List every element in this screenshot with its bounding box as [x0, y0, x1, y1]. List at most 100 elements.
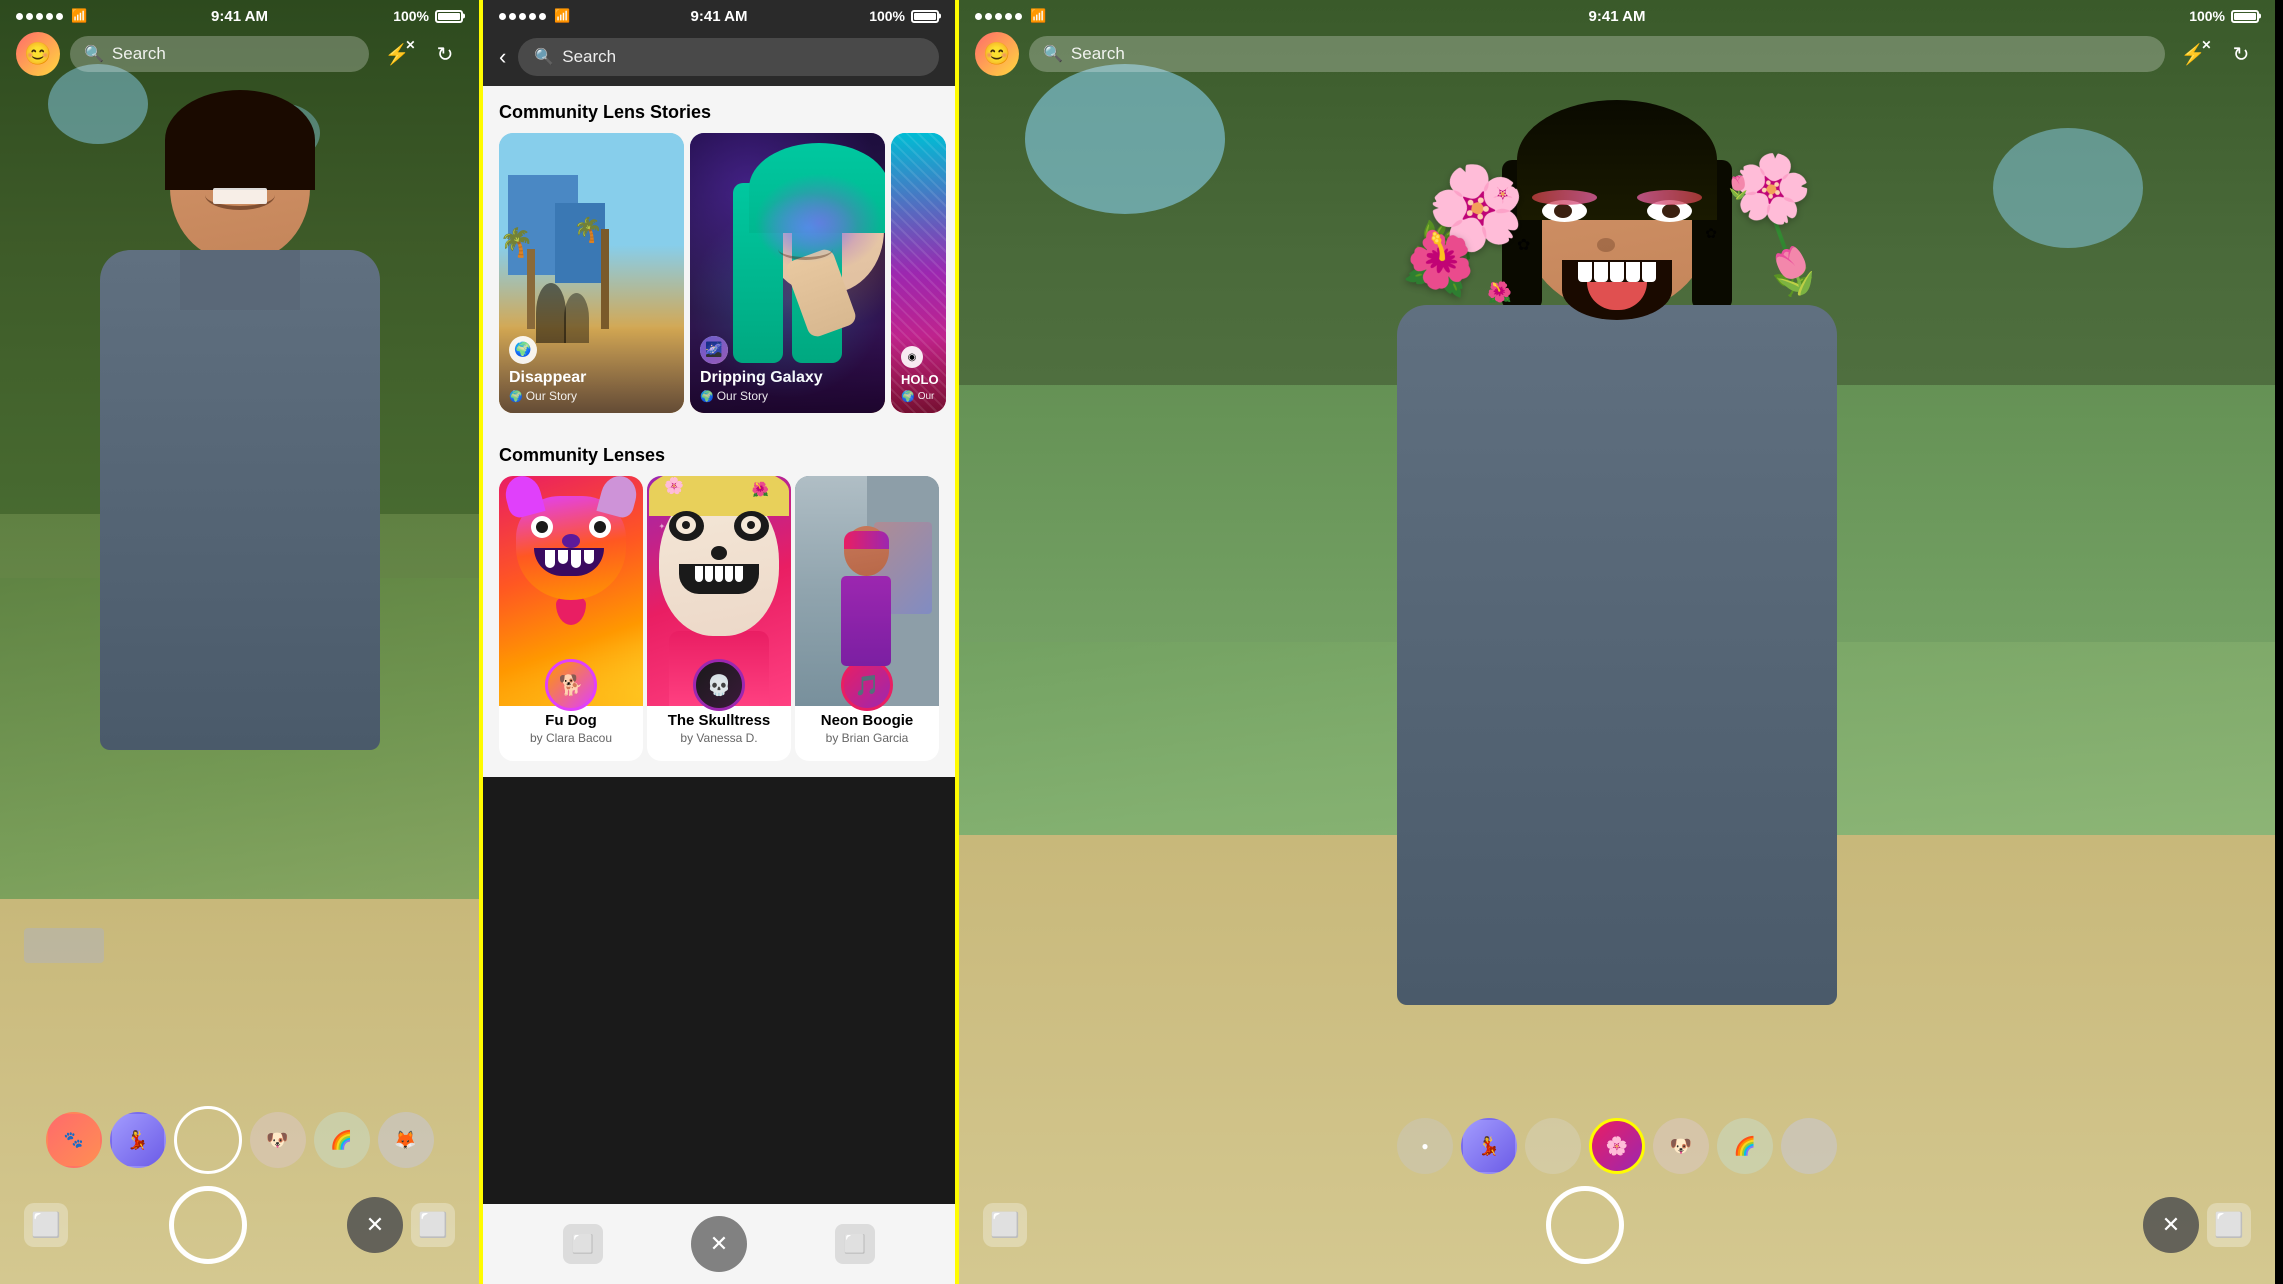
lens-option-active-left[interactable] — [174, 1106, 242, 1174]
avatar-right[interactable]: 😊 — [975, 32, 1019, 76]
status-bar-right: 📶 9:41 AM 100% — [959, 0, 2275, 28]
grid-icon-mid[interactable]: ⬜ — [835, 1224, 875, 1264]
lens-option-r0-right[interactable]: ● — [1397, 1118, 1453, 1174]
middle-panel: 📶 9:41 AM 100% ‹ 🔍 Search Community Lens… — [483, 0, 959, 1284]
middle-bottom: ⬜ ✕ ⬜ — [483, 1204, 955, 1284]
lens-selector-right: ● 💃 🌸 🐶 🌈 — [959, 1110, 2275, 1186]
lens-stories-title: Community Lens Stories — [483, 86, 955, 133]
avatar-left[interactable]: 😊 — [16, 32, 60, 76]
lens-option-r6-right[interactable] — [1781, 1118, 1837, 1174]
bottom-controls-left: 🐾 💃 🐶 🌈 🦊 ⬜ ✕ ⬜ — [0, 1098, 479, 1284]
capture-btn-right[interactable] — [1546, 1186, 1624, 1264]
top-bar-actions-left: ⚡✕ ↻ — [379, 36, 463, 72]
neon-boogie-avatar: 🎵 — [841, 659, 893, 711]
neon-boogie-author: by Brian Garcia — [795, 731, 939, 753]
status-left-left: 📶 — [16, 8, 87, 24]
flower-small-1: 🌸 — [1487, 180, 1518, 209]
battery-right: 100% — [2189, 8, 2259, 24]
lens-stories-row: 🌴 🌴 🌍 Disappear 🌍 — [483, 133, 955, 429]
capture-btn-left[interactable] — [169, 1186, 247, 1264]
flower-right-2: 🌷 — [1759, 237, 1830, 306]
person-right: 🌸 🌺 🌸 🌷 🌸 🌺 🌷 🌿 🌿 ✿ ✿ — [1267, 80, 1967, 1080]
person-left — [40, 80, 440, 980]
battery-middle: 100% — [869, 8, 939, 24]
story-card-holo[interactable]: ◉ HOLO 🌍 Our — [891, 133, 946, 413]
top-bar-actions-right: ⚡✕ ↻ — [2175, 36, 2259, 72]
content-area: Community Lens Stories 🌴 — [483, 86, 955, 777]
particle-1: ✿ — [1517, 235, 1530, 255]
community-lenses-title: Community Lenses — [483, 429, 955, 476]
story-disappear-title: Disappear — [509, 368, 674, 387]
lens-option-5-left[interactable]: 🌈 — [314, 1112, 370, 1168]
lens-option-r2-right[interactable] — [1525, 1118, 1581, 1174]
status-bar-left: 📶 9:41 AM 100% — [0, 0, 479, 28]
capture-row-left: ⬜ ✕ ⬜ — [0, 1186, 479, 1264]
search-icon-middle: 🔍 — [534, 47, 554, 67]
lens-option-2-left[interactable]: 💃 — [110, 1112, 166, 1168]
flash-btn-left[interactable]: ⚡✕ — [379, 36, 415, 72]
lens-option-6-left[interactable]: 🦊 — [378, 1112, 434, 1168]
community-lenses-section: Community Lenses — [483, 429, 955, 777]
lens-option-r5-right[interactable]: 🌈 — [1717, 1118, 1773, 1174]
search-bar-left[interactable]: 🔍 Search — [70, 36, 369, 72]
flower-small-2: 🌺 — [1487, 280, 1512, 305]
search-text-left: Search — [112, 44, 166, 64]
battery-bar-right — [2231, 10, 2259, 23]
story-card-disappear[interactable]: 🌴 🌴 🌍 Disappear 🌍 — [499, 133, 684, 413]
bottom-controls-right: ● 💃 🌸 🐶 🌈 ⬜ ✕ ⬜ — [959, 1110, 2275, 1284]
lens-card-skulltress[interactable]: 🌸 🌺 ❄ ❄ ✦ 💀 — [647, 476, 791, 761]
status-bar-middle: 📶 9:41 AM 100% — [483, 0, 955, 28]
capture-side-right-left: ✕ ⬜ — [347, 1197, 455, 1253]
flash-btn-right[interactable]: ⚡✕ — [2175, 36, 2211, 72]
search-text-right: Search — [1071, 44, 1125, 64]
lens-option-r3-selected-right[interactable]: 🌸 — [1589, 1118, 1645, 1174]
status-left-right: 📶 — [975, 8, 1046, 24]
battery-bar-left — [435, 10, 463, 23]
top-bar-right: 😊 🔍 Search ⚡✕ ↻ — [959, 28, 2275, 84]
signal-dots-middle — [499, 13, 546, 20]
memories-btn-right[interactable]: ⬜ — [983, 1203, 1027, 1247]
cancel-btn-middle[interactable]: ✕ — [691, 1216, 747, 1272]
capture-side-right-right: ✕ ⬜ — [2143, 1197, 2251, 1253]
search-icon-right: 🔍 — [1043, 44, 1063, 64]
particle-2: ✿ — [1705, 225, 1717, 242]
messages-icon-mid[interactable]: ⬜ — [563, 1224, 603, 1264]
cancel-btn-right[interactable]: ✕ — [2143, 1197, 2199, 1253]
lens-selector-left: 🐾 💃 🐶 🌈 🦊 — [0, 1098, 479, 1186]
left-panel: 📶 9:41 AM 100% 😊 🔍 Search ⚡✕ ↻ — [0, 0, 483, 1284]
lenses-grid: 🐕 Fu Dog by Clara Bacou — [483, 476, 955, 777]
skulltress-avatar: 💀 — [693, 659, 745, 711]
middle-search-container: ‹ 🔍 Search — [483, 28, 955, 86]
wifi-icon-left: 📶 — [71, 8, 87, 24]
lens-option-1-left[interactable]: 🐾 — [46, 1112, 102, 1168]
lens-card-neon-boogie[interactable]: 🎵 Neon Boogie by Brian Garcia — [795, 476, 939, 761]
flower-small-3: 🌷 — [1725, 175, 1752, 201]
lens-stories-section: Community Lens Stories 🌴 — [483, 86, 955, 429]
time-right: 9:41 AM — [1589, 8, 1646, 25]
story-card-dripping-galaxy[interactable]: 🌌 Dripping Galaxy 🌍 Our Story — [690, 133, 885, 413]
story-disappear-avatar: 🌍 — [509, 336, 537, 364]
lens-card-fu-dog[interactable]: 🐕 Fu Dog by Clara Bacou — [499, 476, 643, 761]
story-disappear-subtitle: 🌍 Our Story — [509, 389, 674, 403]
top-bar-left: 😊 🔍 Search ⚡✕ ↻ — [0, 28, 479, 84]
wifi-icon-middle: 📶 — [554, 8, 570, 24]
right-panel: 🌸 🌺 🌸 🌷 🌸 🌺 🌷 🌿 🌿 ✿ ✿ — [959, 0, 2275, 1284]
rotate-camera-btn-left[interactable]: ↻ — [427, 36, 463, 72]
switch-btn-left[interactable]: ⬜ — [411, 1203, 455, 1247]
lens-option-4-left[interactable]: 🐶 — [250, 1112, 306, 1168]
cancel-btn-left[interactable]: ✕ — [347, 1197, 403, 1253]
switch-btn-right[interactable]: ⬜ — [2207, 1203, 2251, 1247]
capture-row-right: ⬜ ✕ ⬜ — [959, 1186, 2275, 1264]
back-button[interactable]: ‹ — [499, 44, 506, 70]
lens-option-r1-right[interactable]: 💃 — [1461, 1118, 1517, 1174]
skulltress-author: by Vanessa D. — [647, 731, 791, 753]
rotate-camera-btn-right[interactable]: ↻ — [2223, 36, 2259, 72]
search-bar-right[interactable]: 🔍 Search — [1029, 36, 2165, 72]
lens-option-r4-right[interactable]: 🐶 — [1653, 1118, 1709, 1174]
battery-bar-middle — [911, 10, 939, 23]
memories-btn-left[interactable]: ⬜ — [24, 1203, 68, 1247]
time-left: 9:41 AM — [211, 8, 268, 25]
fu-dog-author: by Clara Bacou — [499, 731, 643, 753]
wifi-icon-right: 📶 — [1030, 8, 1046, 24]
search-input-middle[interactable]: 🔍 Search — [518, 38, 939, 76]
